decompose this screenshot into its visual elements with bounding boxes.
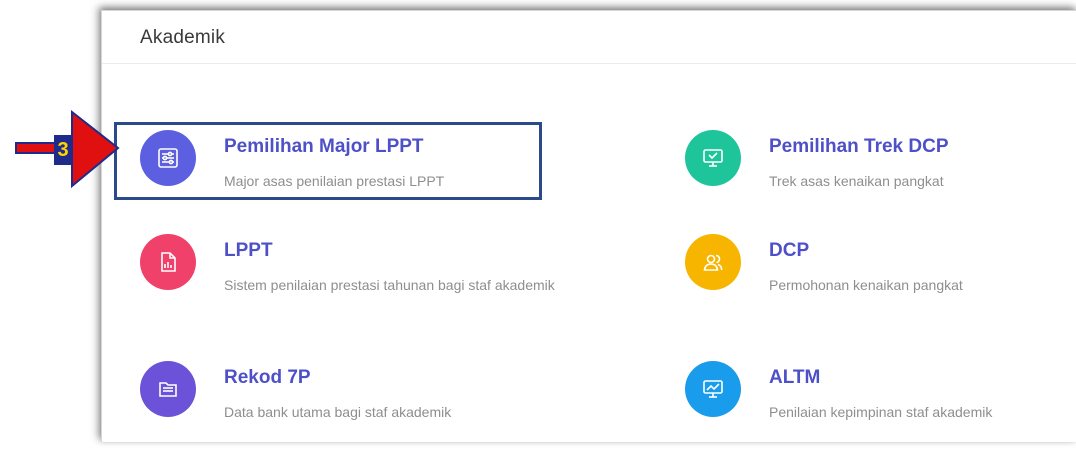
panel-header: Akademik	[102, 11, 1076, 64]
presentation-chart-icon	[685, 361, 741, 417]
menu-item-title: LPPT	[224, 240, 273, 261]
menu-item-description: Data bank utama bagi staf akademik	[224, 404, 452, 420]
menu-item-title: Pemilihan Trek DCP	[769, 136, 949, 157]
folder-icon	[140, 361, 196, 417]
menu-item-lppt[interactable]: LPPT Sistem penilaian prestasi tahunan b…	[140, 234, 560, 324]
menu-item-description: Trek asas kenaikan pangkat	[769, 173, 944, 189]
menu-item-rekod-7p[interactable]: Rekod 7P Data bank utama bagi staf akade…	[140, 361, 560, 451]
monitor-icon	[685, 130, 741, 186]
step-number-badge: 3	[54, 135, 72, 165]
menu-item-description: Penilaian kepimpinan staf akademik	[769, 404, 993, 420]
panel-title: Akademik	[140, 27, 226, 48]
menu-item-pemilihan-trek-dcp[interactable]: Pemilihan Trek DCP Trek asas kenaikan pa…	[685, 130, 1076, 220]
menu-item-title: Rekod 7P	[224, 367, 311, 388]
users-icon	[685, 234, 741, 290]
menu-item-dcp[interactable]: DCP Permohonan kenaikan pangkat	[685, 234, 1076, 324]
menu-item-altm[interactable]: ALTM Penilaian kepimpinan staf akademik	[685, 361, 1076, 451]
highlight-box	[114, 122, 542, 200]
document-chart-icon	[140, 234, 196, 290]
menu-item-title: ALTM	[769, 367, 821, 388]
akademik-panel: Akademik Pemilihan Major LPPT Major asas…	[101, 10, 1076, 442]
menu-item-description: Sistem penilaian prestasi tahunan bagi s…	[224, 277, 555, 293]
menu-item-title: DCP	[769, 240, 810, 261]
menu-item-description: Permohonan kenaikan pangkat	[769, 277, 963, 293]
